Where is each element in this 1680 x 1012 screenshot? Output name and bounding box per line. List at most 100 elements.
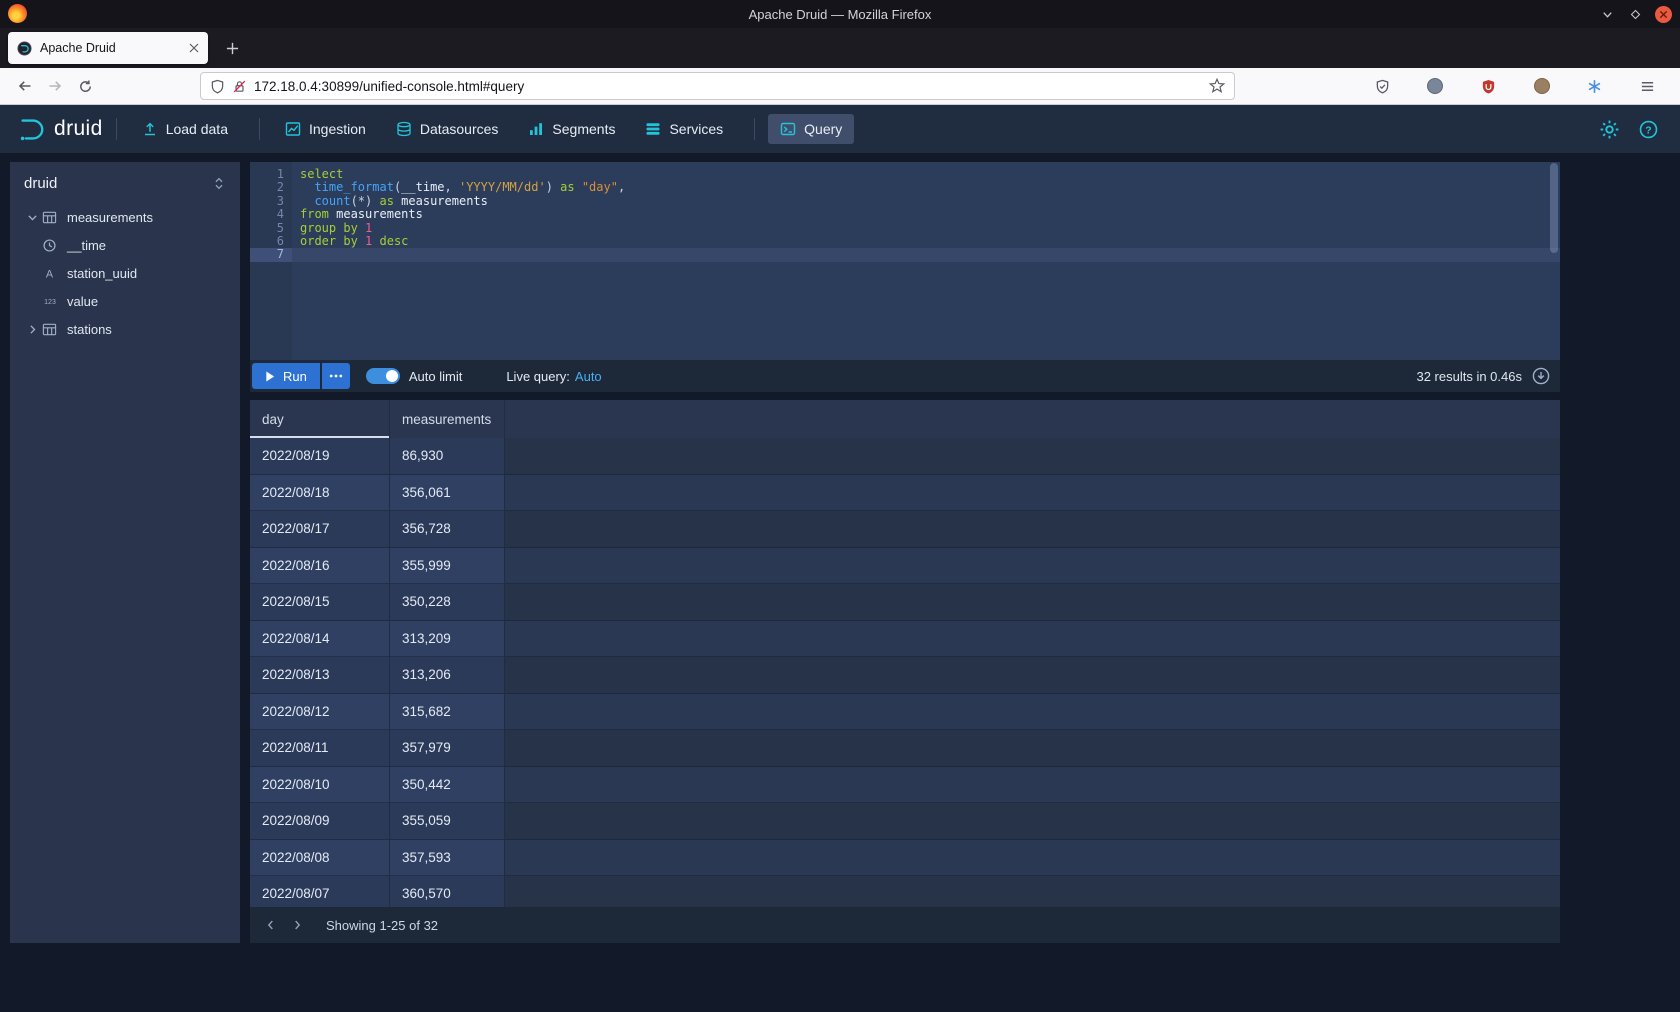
window-minimize-button[interactable]: [1599, 6, 1616, 23]
nav-divider: [259, 118, 260, 140]
nav-item-ingestion[interactable]: Ingestion: [273, 114, 378, 144]
result-cell-measurements[interactable]: 357,979: [390, 730, 505, 767]
run-button[interactable]: Run: [252, 363, 320, 389]
result-cell-measurements[interactable]: 350,442: [390, 767, 505, 804]
line-number: 4: [250, 208, 292, 221]
result-cell-day[interactable]: 2022/08/11: [250, 730, 390, 767]
tree-item-label: station_uuid: [67, 266, 137, 281]
result-row: 2022/08/14313,209: [250, 621, 1560, 658]
table-icon: [42, 210, 67, 225]
browser-tab[interactable]: Apache Druid: [8, 32, 208, 64]
nav-item-datasources[interactable]: Datasources: [384, 114, 511, 144]
tree-item-label: stations: [67, 322, 112, 337]
nav-item-label: Segments: [552, 121, 615, 137]
editor-scrollbar-thumb[interactable]: [1550, 163, 1558, 253]
editor-code[interactable]: select time_format(__time, 'YYYY/MM/dd')…: [292, 162, 1560, 360]
nav-item-segments[interactable]: Segments: [516, 114, 627, 144]
result-cell-day[interactable]: 2022/08/10: [250, 767, 390, 804]
result-cell-day[interactable]: 2022/08/16: [250, 548, 390, 585]
schema-sort-icon[interactable]: [212, 176, 226, 191]
app-menu-icon[interactable]: [1636, 73, 1660, 99]
tree-item-station_uuid[interactable]: Astation_uuid: [10, 259, 240, 287]
tab-close-icon[interactable]: [189, 43, 199, 53]
results-table-header: daymeasurements: [250, 400, 1560, 438]
row-filler: [505, 475, 1560, 512]
tab-favicon-icon: [17, 41, 32, 56]
chevron-right-icon[interactable]: [22, 323, 42, 336]
sql-editor[interactable]: 1234567 select time_format(__time, 'YYYY…: [250, 162, 1560, 360]
row-filler: [505, 876, 1560, 907]
pagination-status: Showing 1-25 of 32: [326, 918, 438, 933]
window-close-button[interactable]: [1655, 6, 1672, 23]
druid-logo-icon: [16, 116, 46, 143]
result-cell-day[interactable]: 2022/08/07: [250, 876, 390, 907]
result-cell-day[interactable]: 2022/08/12: [250, 694, 390, 731]
account-avatar-icon[interactable]: [1423, 73, 1447, 99]
auto-limit-toggle[interactable]: [366, 368, 400, 384]
schema-sidebar: druid measurements__timeAstation_uuid123…: [10, 162, 240, 943]
result-cell-measurements[interactable]: 355,059: [390, 803, 505, 840]
result-cell-measurements[interactable]: 315,682: [390, 694, 505, 731]
druid-brand[interactable]: druid: [16, 116, 103, 143]
settings-gear-icon[interactable]: [1600, 120, 1619, 139]
run-toolbar: Run Auto limit Live query: Auto 32 resul…: [250, 360, 1560, 392]
row-filler: [505, 840, 1560, 877]
ublock-origin-icon[interactable]: [1476, 73, 1500, 99]
shield-extension-icon[interactable]: [1370, 73, 1394, 99]
result-cell-day[interactable]: 2022/08/14: [250, 621, 390, 658]
nav-item-services[interactable]: Services: [633, 114, 735, 144]
tree-item-__time[interactable]: __time: [10, 231, 240, 259]
download-icon[interactable]: [1532, 367, 1550, 385]
url-text[interactable]: 172.18.0.4:30899/unified-console.html#qu…: [254, 79, 1202, 94]
back-button[interactable]: [10, 72, 40, 100]
tab-title: Apache Druid: [40, 41, 181, 55]
run-more-button[interactable]: [322, 363, 350, 389]
nav-item-load-data[interactable]: Load data: [130, 114, 240, 144]
result-cell-day[interactable]: 2022/08/15: [250, 584, 390, 621]
result-cell-measurements[interactable]: 355,999: [390, 548, 505, 585]
result-cell-measurements[interactable]: 357,593: [390, 840, 505, 877]
result-cell-day[interactable]: 2022/08/09: [250, 803, 390, 840]
result-cell-measurements[interactable]: 356,061: [390, 475, 505, 512]
row-filler: [505, 803, 1560, 840]
nav-item-label: Datasources: [420, 121, 499, 137]
result-cell-day[interactable]: 2022/08/17: [250, 511, 390, 548]
result-cell-measurements[interactable]: 313,206: [390, 657, 505, 694]
column-header-measurements[interactable]: measurements: [390, 400, 505, 438]
column-header-day[interactable]: day: [250, 400, 390, 438]
insecure-lock-icon[interactable]: [232, 79, 247, 94]
result-cell-measurements[interactable]: 360,570: [390, 876, 505, 907]
help-icon[interactable]: ?: [1639, 120, 1658, 139]
result-cell-measurements[interactable]: 313,209: [390, 621, 505, 658]
row-filler: [505, 511, 1560, 548]
tree-item-value[interactable]: 123value: [10, 287, 240, 315]
extension-avatar-icon[interactable]: [1530, 73, 1554, 99]
extension-asterisk-icon[interactable]: [1583, 73, 1607, 99]
result-cell-measurements[interactable]: 350,228: [390, 584, 505, 621]
new-tab-button[interactable]: [218, 34, 246, 62]
live-query-value[interactable]: Auto: [575, 369, 602, 384]
result-cell-day[interactable]: 2022/08/08: [250, 840, 390, 877]
result-row: 2022/08/09355,059: [250, 803, 1560, 840]
result-cell-day[interactable]: 2022/08/18: [250, 475, 390, 512]
window-maximize-button[interactable]: [1627, 6, 1644, 23]
row-filler: [505, 694, 1560, 731]
tree-item-stations[interactable]: stations: [10, 315, 240, 343]
tree-item-measurements[interactable]: measurements: [10, 203, 240, 231]
nav-item-query[interactable]: Query: [768, 114, 854, 144]
chevron-down-icon[interactable]: [22, 211, 42, 224]
result-cell-measurements[interactable]: 86,930: [390, 438, 505, 475]
forward-button[interactable]: [40, 72, 70, 100]
result-cell-day[interactable]: 2022/08/19: [250, 438, 390, 475]
workspace: druid measurements__timeAstation_uuid123…: [0, 153, 1680, 1012]
prev-page-button[interactable]: [258, 912, 284, 938]
editor-gutter: 1234567: [250, 162, 292, 360]
bookmark-star-icon[interactable]: [1209, 78, 1225, 94]
result-cell-day[interactable]: 2022/08/13: [250, 657, 390, 694]
tracking-protection-shield-icon[interactable]: [210, 79, 225, 94]
result-cell-measurements[interactable]: 356,728: [390, 511, 505, 548]
reload-button[interactable]: [70, 72, 100, 100]
line-number: 6: [250, 235, 292, 248]
next-page-button[interactable]: [284, 912, 310, 938]
url-bar[interactable]: 172.18.0.4:30899/unified-console.html#qu…: [200, 72, 1235, 100]
